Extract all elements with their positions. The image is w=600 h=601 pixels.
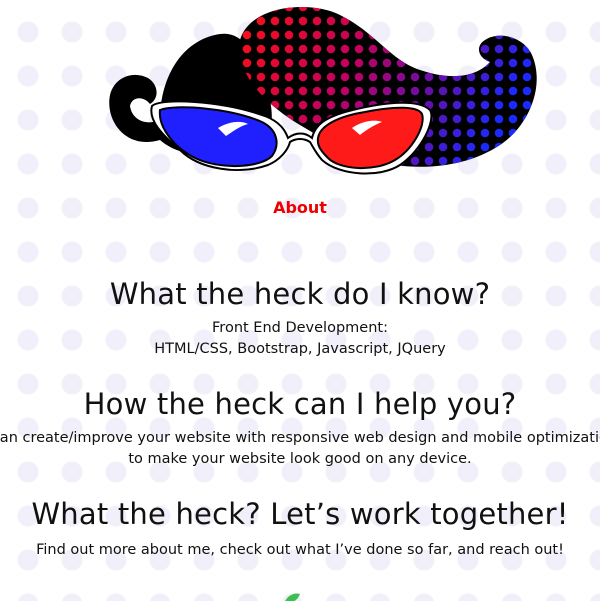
contact-section: What the heck? Let’s work together! Find… [0, 496, 600, 561]
leaf-icon [285, 593, 300, 601]
skills-text: Front End Development: HTML/CSS, Bootstr… [0, 318, 600, 360]
contact-text: Find out more about me, check out what I… [0, 540, 600, 561]
services-text: I can create/improve your website with r… [0, 428, 600, 470]
main-nav: About [0, 198, 600, 217]
nav-about-link[interactable]: About [273, 198, 327, 217]
contact-line-1: Find out more about me, check out what I… [36, 542, 564, 558]
contact-heading: What the heck? Let’s work together! [31, 497, 569, 531]
services-heading: How the heck can I help you? [83, 387, 517, 421]
skills-heading: What the heck do I know? [109, 277, 491, 311]
mustache-glasses-logo [109, 7, 537, 175]
services-line-2: to make your website look good on any de… [128, 451, 472, 467]
services-line-1: I can create/improve your website with r… [0, 430, 600, 446]
services-section: How the heck can I help you? I can creat… [0, 386, 600, 470]
skills-line-1: Front End Development: [212, 320, 388, 336]
skills-line-2: HTML/CSS, Bootstrap, Javascript, JQuery [154, 341, 446, 357]
skills-section: What the heck do I know? Front End Devel… [0, 276, 600, 360]
page: About What the heck do I know? Front End… [0, 0, 600, 601]
